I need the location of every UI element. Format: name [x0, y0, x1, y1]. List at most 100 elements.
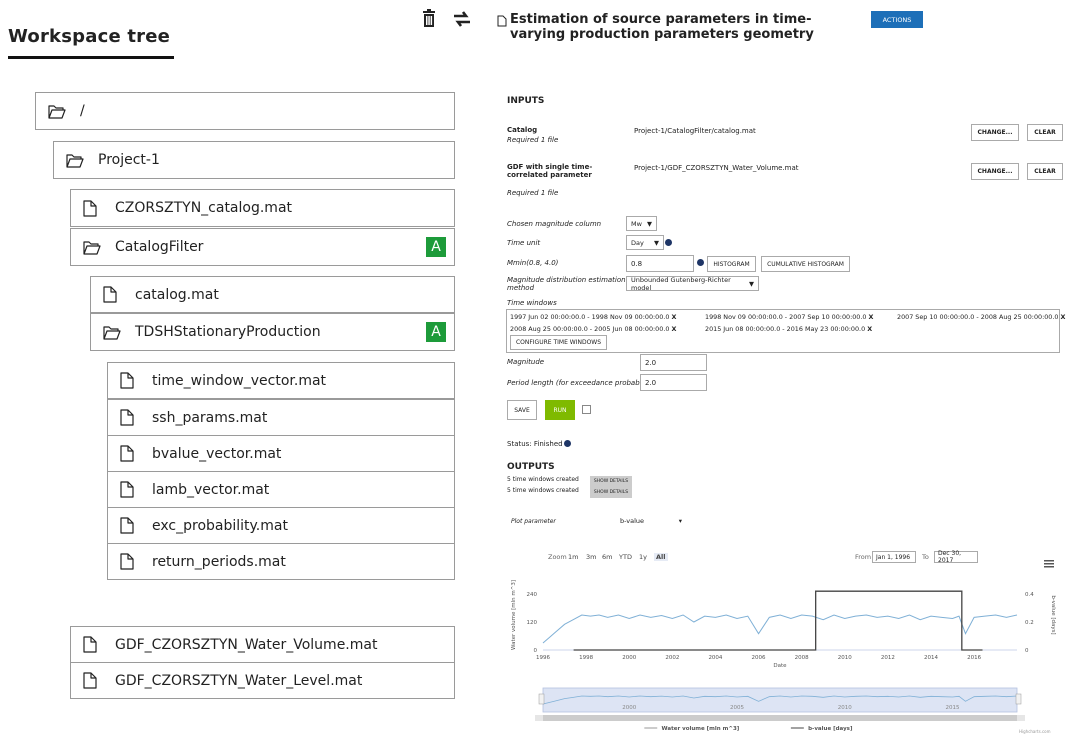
- node-label: ssh_params.mat: [152, 409, 268, 426]
- time-window-item: 2015 Jun 08 00:00:00.0 - 2016 May 23 00:…: [705, 325, 873, 333]
- return-periods-file[interactable]: return_periods.mat: [107, 543, 455, 580]
- trash-icon[interactable]: [422, 9, 436, 31]
- node-label: lamb_vector.mat: [152, 481, 270, 498]
- mmin-input[interactable]: 0.8: [626, 255, 694, 272]
- to-date-input[interactable]: Dec 30, 2017: [934, 550, 978, 564]
- status-badge[interactable]: A: [426, 322, 446, 342]
- workspace-title: Workspace tree: [8, 26, 171, 47]
- file-icon: [103, 286, 121, 304]
- tdsh-folder[interactable]: TDSHStationaryProduction A: [90, 313, 455, 351]
- exc-prob-file[interactable]: exc_probability.mat: [107, 507, 455, 544]
- gdf-volume-file[interactable]: GDF_CZORSZTYN_Water_Volume.mat: [70, 626, 455, 663]
- outputs-heading: OUTPUTS: [507, 462, 555, 472]
- time-unit-value: Day: [631, 238, 644, 247]
- remove-window-button[interactable]: X: [671, 325, 676, 333]
- node-label: Project-1: [98, 152, 160, 168]
- info-icon[interactable]: [665, 239, 672, 246]
- configure-time-windows-button[interactable]: CONFIGURE TIME WINDOWS: [510, 335, 607, 350]
- node-label: catalog.mat: [135, 286, 219, 303]
- actions-button[interactable]: ACTIONS: [871, 11, 923, 28]
- bvalue-file[interactable]: bvalue_vector.mat: [107, 435, 455, 472]
- navigator-tick-label: 2005: [730, 705, 744, 711]
- time-unit-select[interactable]: Day ▼: [626, 235, 664, 250]
- y-tick-label: 240: [527, 592, 538, 598]
- time-window-item: 2008 Aug 25 00:00:00.0 - 2005 Jun 08 00:…: [510, 325, 677, 333]
- output-row-text: 5 time windows created: [507, 487, 579, 494]
- root-folder[interactable]: /: [35, 92, 455, 130]
- plot-parameter-select[interactable]: b-value ▾: [616, 514, 686, 528]
- catalogfilter-folder[interactable]: CatalogFilter A: [70, 228, 455, 266]
- zoom-all-button[interactable]: All: [654, 553, 668, 561]
- from-date-input[interactable]: Jan 1, 1996: [872, 551, 916, 563]
- zoom-1m-button[interactable]: 1m: [568, 553, 578, 561]
- x-tick-label: 2004: [708, 655, 722, 661]
- remove-window-button[interactable]: X: [869, 313, 874, 321]
- x-tick-label: 2010: [838, 655, 852, 661]
- x-tick-label: 2012: [881, 655, 895, 661]
- zoom-1y-button[interactable]: 1y: [639, 553, 647, 561]
- zoom-ytd-button[interactable]: YTD: [619, 553, 632, 561]
- y2-axis-title: b-value [days]: [1050, 595, 1056, 634]
- catalog-mat-file[interactable]: catalog.mat: [90, 276, 455, 313]
- navigator-tick-label: 2000: [622, 705, 636, 711]
- remove-window-button[interactable]: X: [1061, 313, 1066, 321]
- run-button[interactable]: RUN: [545, 400, 575, 420]
- node-label: exc_probability.mat: [152, 517, 288, 534]
- gdf-change-button[interactable]: CHANGE...: [971, 163, 1019, 180]
- status-badge[interactable]: A: [426, 237, 446, 257]
- inputs-heading: INPUTS: [507, 96, 545, 106]
- zoom-label: Zoom: [548, 553, 567, 561]
- period-input[interactable]: 2.0: [640, 374, 707, 391]
- catalog-clear-button[interactable]: CLEAR: [1027, 124, 1063, 141]
- node-label: CatalogFilter: [115, 239, 204, 255]
- file-icon: [83, 199, 101, 217]
- plot-parameter-label: Plot parameter: [511, 518, 556, 525]
- catalog-change-button[interactable]: CHANGE...: [971, 124, 1019, 141]
- time-window-item: 1997 Jun 02 00:00:00.0 - 1998 Nov 09 00:…: [510, 313, 677, 321]
- save-button[interactable]: SAVE: [507, 400, 537, 420]
- sync-icon[interactable]: [452, 10, 472, 32]
- gdf-clear-button[interactable]: CLEAR: [1027, 163, 1063, 180]
- zoom-3m-button[interactable]: 3m: [586, 553, 596, 561]
- navigator-handle-right: [1015, 693, 1022, 705]
- y2-tick-label: 0.2: [1025, 620, 1034, 626]
- legend-water-volume: Water volume [mln m^3]: [662, 726, 740, 732]
- to-label: To: [922, 553, 929, 561]
- show-details-button[interactable]: SHOW DETAILS: [590, 476, 632, 487]
- remove-window-button[interactable]: X: [867, 325, 872, 333]
- remove-window-button[interactable]: X: [671, 313, 676, 321]
- time-window-item: 1998 Nov 09 00:00:00.0 - 2007 Sep 10 00:…: [705, 313, 874, 321]
- time-window-file[interactable]: time_window_vector.mat: [107, 362, 455, 399]
- x-tick-label: 1996: [536, 655, 550, 661]
- lamb-file[interactable]: lamb_vector.mat: [107, 471, 455, 508]
- info-icon[interactable]: [564, 440, 571, 447]
- y2-tick-label: 0: [1025, 648, 1029, 654]
- magnitude-column-select[interactable]: Mw ▼: [626, 216, 657, 231]
- series-line-water-volume: [542, 614, 1018, 644]
- catalog-file[interactable]: CZORSZTYN_catalog.mat: [70, 189, 455, 227]
- magnitude-column-label: Chosen magnitude column: [507, 220, 602, 228]
- info-icon[interactable]: [697, 259, 704, 266]
- caret-down-icon: ▼: [749, 279, 754, 288]
- folder-open-icon: [83, 238, 101, 256]
- project-folder[interactable]: Project-1: [53, 141, 455, 179]
- navigator-tick-label: 2015: [946, 705, 960, 711]
- gdf-label: GDF with single time-correlated paramete…: [507, 163, 593, 179]
- distribution-label: Magnitude distribution estimation method: [507, 276, 626, 292]
- show-details-button[interactable]: SHOW DETAILS: [590, 487, 632, 498]
- y-tick-label: 0: [534, 648, 538, 654]
- file-icon: [120, 409, 138, 427]
- node-label: time_window_vector.mat: [152, 372, 327, 389]
- chart: 1996 1998 2000 2002 2004 2006 2008 2010 2012 2014…: [511, 580, 1056, 732]
- histogram-button[interactable]: HISTOGRAM: [707, 256, 756, 272]
- cumulative-histogram-button[interactable]: CUMULATIVE HISTOGRAM: [761, 256, 850, 272]
- file-icon: [120, 553, 138, 571]
- ssh-params-file[interactable]: ssh_params.mat: [107, 399, 455, 436]
- node-label: GDF_CZORSZTYN_Water_Level.mat: [115, 672, 363, 689]
- zoom-6m-button[interactable]: 6m: [602, 553, 612, 561]
- run-checkbox[interactable]: [582, 405, 591, 414]
- gdf-level-file[interactable]: GDF_CZORSZTYN_Water_Level.mat: [70, 662, 455, 699]
- x-tick-label: 1998: [579, 655, 593, 661]
- distribution-select[interactable]: Unbounded Gutenberg-Richter model ▼: [626, 276, 759, 292]
- magnitude-input[interactable]: 2.0: [640, 354, 707, 371]
